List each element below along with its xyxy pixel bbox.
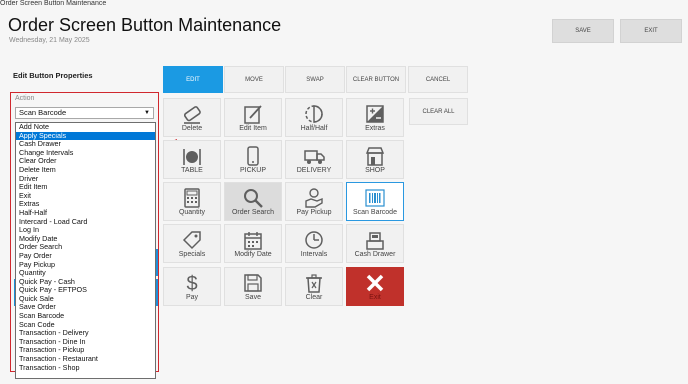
tile-label: Modify Date <box>234 251 272 258</box>
panel-title: Edit Button Properties <box>13 71 93 80</box>
cutlery-icon <box>164 145 220 167</box>
search-icon <box>225 187 281 209</box>
phone-icon <box>225 145 281 167</box>
chevron-down-icon[interactable]: ▼ <box>144 108 150 118</box>
tab-edit[interactable]: EDIT <box>163 66 223 93</box>
trash-icon <box>286 272 342 294</box>
tile-edit-item[interactable]: Edit Item <box>224 98 282 137</box>
cash-register-icon <box>347 229 403 251</box>
tile-label: Delete <box>181 125 203 132</box>
truck-icon <box>286 145 342 167</box>
tile-label: Pay Pickup <box>296 209 332 216</box>
tile-save[interactable]: Save <box>224 267 282 306</box>
half-circle-icon <box>286 103 342 125</box>
save-button[interactable]: SAVE <box>552 19 614 43</box>
tile-pay[interactable]: $ Pay <box>163 267 221 306</box>
tab-clear-button[interactable]: CLEAR BUTTON <box>346 66 406 93</box>
action-dropdown-list[interactable]: Add Note Apply Specials Cash Drawer Change … <box>15 122 156 379</box>
tile-label: Cash Drawer <box>354 251 396 258</box>
clock-icon <box>286 229 342 251</box>
dropdown-option[interactable]: Transaction - Shop <box>16 363 155 373</box>
tile-label: Clear <box>305 294 323 301</box>
tile-label: Scan Barcode <box>353 209 397 216</box>
close-icon <box>347 272 403 294</box>
tab-cancel[interactable]: CANCEL <box>408 66 468 93</box>
tile-shop[interactable]: SHOP <box>346 140 404 179</box>
tile-scan-barcode[interactable]: Scan Barcode <box>346 182 404 221</box>
tile-label: Save <box>245 294 261 301</box>
action-label: Action <box>15 95 35 102</box>
tile-pickup[interactable]: PICKUP <box>224 140 282 179</box>
tile-label: Quantity <box>178 209 206 216</box>
tile-label: Intervals <box>300 251 328 258</box>
tile-half-half[interactable]: Half/Half <box>285 98 343 137</box>
tile-clear[interactable]: Clear <box>285 267 343 306</box>
payment-hand-icon <box>286 187 342 209</box>
svg-text:$: $ <box>186 273 197 294</box>
window-title: Order Screen Button Maintenance <box>0 0 107 7</box>
dropdown-option[interactable]: Edit Item <box>16 183 155 192</box>
tile-label: Specials <box>178 251 206 258</box>
page-date: Wednesday, 21 May 2025 <box>9 37 90 44</box>
tab-swap[interactable]: SWAP <box>285 66 345 93</box>
action-select[interactable]: Scan Barcode ▼ <box>15 107 154 119</box>
dollar-icon: $ <box>164 272 220 294</box>
tile-order-search[interactable]: Order Search <box>224 182 282 221</box>
floppy-icon <box>225 272 281 294</box>
tile-table[interactable]: TABLE <box>163 140 221 179</box>
page-title: Order Screen Button Maintenance <box>8 15 282 35</box>
calculator-icon <box>164 187 220 209</box>
tile-label: Extras <box>365 125 385 132</box>
shop-icon <box>347 145 403 167</box>
tile-label: TABLE <box>181 167 203 174</box>
tile-delete[interactable]: Delete <box>163 98 221 137</box>
tile-exit[interactable]: Exit <box>346 267 404 306</box>
tile-label: Half/Half <box>300 125 328 132</box>
exit-button[interactable]: EXIT <box>620 19 682 43</box>
calendar-icon <box>225 229 281 251</box>
tile-label: Exit <box>369 294 381 301</box>
tile-label: DELIVERY <box>296 167 332 174</box>
tag-icon <box>164 229 220 251</box>
tile-label: SHOP <box>365 167 385 174</box>
tile-label: PICKUP <box>239 167 267 174</box>
barcode-icon <box>347 187 403 209</box>
plus-minus-icon <box>347 103 403 125</box>
tile-pay-pickup[interactable]: Pay Pickup <box>285 182 343 221</box>
action-select-value: Scan Barcode <box>19 108 67 117</box>
tile-cash-drawer[interactable]: Cash Drawer <box>346 224 404 263</box>
tile-modify-date[interactable]: Modify Date <box>224 224 282 263</box>
tile-intervals[interactable]: Intervals <box>285 224 343 263</box>
tile-label: Pay <box>185 294 199 301</box>
tile-quantity[interactable]: Quantity <box>163 182 221 221</box>
tile-extras[interactable]: Extras <box>346 98 404 137</box>
tile-delivery[interactable]: DELIVERY <box>285 140 343 179</box>
tab-move[interactable]: MOVE <box>224 66 284 93</box>
eraser-icon <box>164 103 220 125</box>
tile-label: Edit Item <box>239 125 267 132</box>
tile-specials[interactable]: Specials <box>163 224 221 263</box>
edit-icon <box>225 103 281 125</box>
clear-all-button[interactable]: CLEAR ALL <box>409 98 468 125</box>
tile-label: Order Search <box>231 209 275 216</box>
